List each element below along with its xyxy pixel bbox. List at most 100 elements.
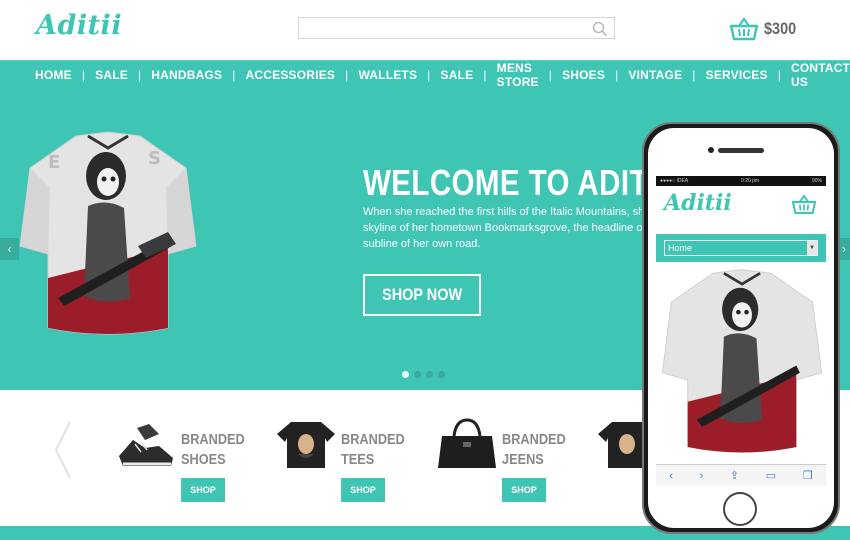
nav-link[interactable]: CONTACT US (791, 61, 850, 89)
home-button[interactable] (723, 492, 757, 526)
nav-item: VINTAGE | (628, 68, 705, 82)
nav-separator: | (137, 67, 142, 82)
back-icon[interactable]: ‹ (669, 470, 673, 482)
mobile-select-value: Home (668, 243, 693, 253)
carousel-prev-arrow[interactable] (52, 420, 74, 480)
product-name-line: TEES (341, 451, 375, 468)
phone-mockup: ●●●●○ IDEA 9:20 pm 90% Aditii Home ▼ ‹ ›… (642, 122, 840, 534)
shop-now-label: SHOP NOW (381, 285, 463, 304)
product-name-line: BRANDED (181, 431, 245, 448)
nav-item: WALLETS | (358, 68, 440, 82)
shop-button[interactable]: SHOP (181, 478, 225, 502)
nav-separator: | (692, 67, 696, 82)
camera-icon (708, 147, 714, 153)
product-name: BRANDED TEES (341, 430, 405, 470)
nav-link[interactable]: SERVICES (706, 68, 768, 82)
share-icon[interactable]: ⇪ (730, 469, 739, 482)
mobile-browser-toolbar: ‹ › ⇪ ▭ ❐ (656, 464, 826, 486)
product-card: BRANDED TEES SHOP (275, 418, 435, 508)
nav-item: HANDBAGS | (151, 68, 245, 82)
nav-link[interactable]: SALE (441, 68, 474, 82)
chevron-down-icon: ▼ (807, 241, 817, 255)
site-logo[interactable]: Aditii (36, 10, 122, 41)
nav-link[interactable]: MENS STORE (497, 61, 539, 89)
nav-separator: | (548, 67, 553, 82)
nav-link[interactable]: VINTAGE (628, 68, 682, 82)
svg-text:S: S (148, 148, 161, 169)
hero-description: When she reached the first hills of the … (363, 204, 653, 252)
mobile-status-bar: ●●●●○ IDEA 9:20 pm 90% (656, 176, 826, 186)
cart-amount: $300 (764, 19, 797, 38)
forward-icon[interactable]: › (700, 470, 704, 482)
slider-prev-arrow[interactable]: ‹ (0, 238, 19, 260)
tshirt-icon (277, 422, 335, 468)
bookmarks-icon[interactable]: ▭ (766, 469, 776, 482)
hero-text-line: subline of her own road. (363, 238, 481, 250)
handbag-icon (438, 418, 496, 468)
nav-link[interactable]: HANDBAGS (151, 68, 222, 82)
shop-now-button[interactable]: SHOP NOW (363, 274, 481, 316)
clock-label: 9:20 pm (741, 178, 760, 184)
battery-label: 90% (811, 178, 822, 184)
product-name-line: SHOES (181, 451, 226, 468)
sneaker-icon (119, 424, 173, 466)
product-card: BRANDED SHOES SHOP (115, 418, 275, 508)
nav-link[interactable]: WALLETS (358, 68, 417, 82)
tshirt-image (661, 269, 823, 453)
basket-icon[interactable] (792, 194, 816, 215)
chevron-right-icon: › (842, 242, 846, 256)
phone-body: ●●●●○ IDEA 9:20 pm 90% Aditii Home ▼ ‹ ›… (648, 128, 834, 528)
search-input[interactable] (298, 17, 615, 39)
page: Aditii $300 HOME | SALE | HANDBAGS | ACCESSORI… (0, 0, 850, 540)
search-icon[interactable] (592, 21, 608, 37)
product-name-line: BRANDED (341, 431, 405, 448)
nav-separator: | (345, 67, 349, 82)
nav-separator: | (427, 67, 431, 82)
svg-text:E: E (48, 152, 60, 173)
nav-separator: | (483, 67, 487, 82)
nav-item: MENS STORE | (497, 61, 562, 89)
slider-dot[interactable] (438, 371, 445, 378)
nav-link[interactable]: ACCESSORIES (246, 68, 336, 82)
nav-link[interactable]: SALE (95, 68, 128, 82)
product-name-line: BRANDED (502, 431, 566, 448)
mobile-nav: Home ▼ (656, 234, 826, 262)
shop-button[interactable]: SHOP (502, 478, 546, 502)
nav-separator: | (81, 67, 86, 82)
nav-item: SERVICES | (706, 68, 791, 82)
nav-item: ACCESSORIES | (246, 68, 359, 82)
mobile-nav-select[interactable]: Home ▼ (664, 240, 818, 256)
nav-item: SALE | (441, 68, 497, 82)
hero-text-line: skyline of her hometown Bookmarksgrove, … (363, 222, 653, 234)
nav-link[interactable]: SHOES (562, 68, 605, 82)
shop-button[interactable]: SHOP (341, 478, 385, 502)
product-name: BRANDED SHOES (181, 430, 245, 470)
mobile-logo[interactable]: Aditii (664, 190, 732, 216)
hero-title: WELCOME TO ADITII (363, 162, 666, 203)
tshirt-image: E S (19, 131, 197, 335)
slider-dot[interactable] (426, 371, 433, 378)
tabs-icon[interactable]: ❐ (803, 469, 813, 482)
carrier-label: ●●●●○ IDEA (660, 178, 689, 184)
nav-link[interactable]: HOME (35, 68, 72, 82)
nav-separator: | (232, 67, 236, 82)
slider-dot[interactable] (414, 371, 421, 378)
main-nav: HOME | SALE | HANDBAGS | ACCESSORIES | WALLETS | S… (0, 60, 850, 89)
nav-separator: | (777, 67, 782, 82)
nav-item: HOME | (35, 68, 95, 82)
nav-item: CONTACT US (791, 61, 850, 89)
hero-text-line: When she reached the first hills of the … (363, 206, 653, 218)
nav-item: SALE | (95, 68, 151, 82)
product-name-line: JEENS (502, 451, 544, 468)
site-header: Aditii $300 (0, 0, 850, 60)
cart[interactable]: $300 (730, 14, 802, 44)
chevron-left-icon: ‹ (7, 242, 12, 256)
slider-dots (402, 371, 445, 378)
nav-item: SHOES | (562, 68, 628, 82)
slider-dot[interactable] (402, 371, 409, 378)
product-name: BRANDED JEENS (502, 430, 566, 470)
basket-icon (730, 17, 758, 41)
nav-separator: | (615, 67, 619, 82)
mobile-screen: ●●●●○ IDEA 9:20 pm 90% Aditii Home ▼ ‹ ›… (656, 176, 826, 486)
product-card: BRANDED JEENS SHOP (436, 418, 596, 508)
